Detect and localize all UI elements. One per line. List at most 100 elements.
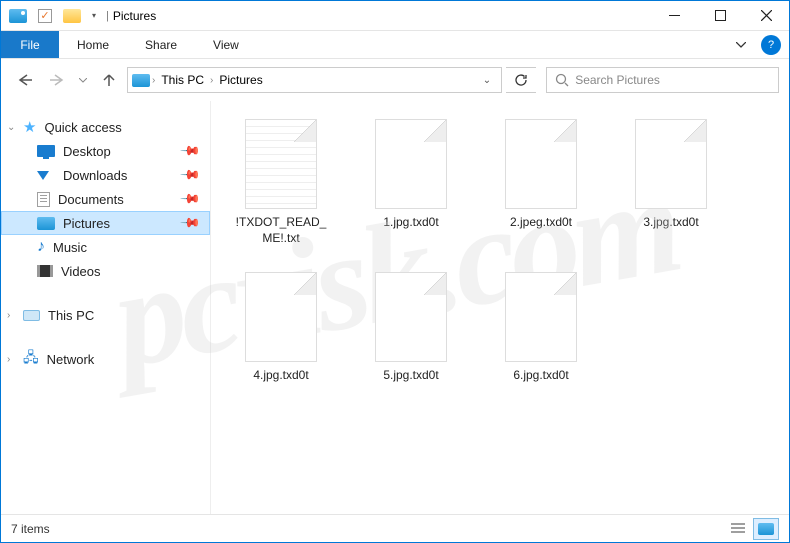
up-arrow-icon xyxy=(102,73,116,87)
file-thumbnail xyxy=(375,272,447,362)
sidebar-item-downloads[interactable]: Downloads 📌 xyxy=(1,163,210,187)
chevron-down-icon xyxy=(79,78,87,83)
chevron-down-icon: ⌄ xyxy=(7,122,15,133)
item-count: 7 items xyxy=(11,522,50,536)
sidebar-item-videos[interactable]: Videos xyxy=(1,259,210,283)
search-placeholder: Search Pictures xyxy=(575,73,660,87)
pin-icon: 📌 xyxy=(179,164,202,187)
maximize-icon xyxy=(715,10,726,21)
sidebar-item-label: Pictures xyxy=(63,216,110,231)
file-item[interactable]: !TXDOT_READ_ME!.txt xyxy=(231,119,331,246)
sidebar-item-music[interactable]: ♪ Music xyxy=(1,235,210,259)
file-item[interactable]: 6.jpg.txd0t xyxy=(491,272,591,384)
file-thumbnail xyxy=(245,272,317,362)
up-button[interactable] xyxy=(95,66,123,94)
forward-button[interactable] xyxy=(43,66,71,94)
breadcrumb-this-pc[interactable]: This PC xyxy=(157,73,208,87)
title-bar: ✓ ▾ | Pictures xyxy=(1,1,789,31)
sidebar-item-label: Desktop xyxy=(63,144,111,159)
large-icons-view-icon xyxy=(758,523,774,535)
minimize-button[interactable] xyxy=(651,1,697,30)
close-icon xyxy=(761,10,772,21)
pin-icon: 📌 xyxy=(179,188,202,211)
address-bar[interactable]: › This PC › Pictures ⌄ xyxy=(127,67,502,93)
navigation-bar: › This PC › Pictures ⌄ Search Pictures xyxy=(1,59,789,101)
file-thumbnail xyxy=(505,119,577,209)
details-view-button[interactable] xyxy=(725,518,751,540)
close-button[interactable] xyxy=(743,1,789,30)
sidebar-item-label: Documents xyxy=(58,192,124,207)
explorer-app-icon[interactable] xyxy=(5,3,31,29)
search-box[interactable]: Search Pictures xyxy=(546,67,779,93)
forward-arrow-icon xyxy=(49,74,65,86)
navigation-pane: ⌄ ★ Quick access Desktop 📌 Downloads 📌 D… xyxy=(1,101,211,514)
chevron-right-icon: › xyxy=(7,354,10,365)
sidebar-item-label: Music xyxy=(53,240,87,255)
sidebar-item-label: Quick access xyxy=(44,120,121,135)
qat-customize-dropdown[interactable]: ▾ xyxy=(86,11,102,20)
this-pc-icon xyxy=(23,310,40,321)
window-title: Pictures xyxy=(113,9,156,23)
file-name: 5.jpg.txd0t xyxy=(361,368,461,384)
documents-icon xyxy=(37,192,50,207)
sidebar-quick-access[interactable]: ⌄ ★ Quick access xyxy=(1,115,210,139)
address-history-dropdown[interactable]: ⌄ xyxy=(477,75,497,86)
back-button[interactable] xyxy=(11,66,39,94)
music-icon: ♪ xyxy=(37,238,45,256)
ribbon: File Home Share View ? xyxy=(1,31,789,59)
refresh-button[interactable] xyxy=(506,67,536,93)
file-tab[interactable]: File xyxy=(1,31,59,58)
pin-icon: 📌 xyxy=(179,212,202,235)
tab-home[interactable]: Home xyxy=(59,31,127,58)
sidebar-item-label: Network xyxy=(47,352,95,367)
refresh-icon xyxy=(514,73,528,87)
file-item[interactable]: 3.jpg.txd0t xyxy=(621,119,721,246)
file-name: 4.jpg.txd0t xyxy=(231,368,331,384)
sidebar-item-label: This PC xyxy=(48,308,94,323)
file-name: 2.jpeg.txd0t xyxy=(491,215,591,231)
sidebar-item-desktop[interactable]: Desktop 📌 xyxy=(1,139,210,163)
recent-locations-dropdown[interactable] xyxy=(75,66,91,94)
main-area: ⌄ ★ Quick access Desktop 📌 Downloads 📌 D… xyxy=(1,101,789,514)
help-button[interactable]: ? xyxy=(761,35,781,55)
file-thumbnail xyxy=(505,272,577,362)
ribbon-collapse-button[interactable] xyxy=(725,31,757,58)
large-icons-view-button[interactable] xyxy=(753,518,779,540)
pin-icon: 📌 xyxy=(179,140,202,163)
status-bar: 7 items xyxy=(1,514,789,542)
details-view-icon xyxy=(731,523,745,535)
network-icon: 🖧 xyxy=(23,347,39,371)
file-thumbnail xyxy=(375,119,447,209)
breadcrumb-pictures[interactable]: Pictures xyxy=(215,73,266,87)
breadcrumb-separator: › xyxy=(152,75,155,86)
file-thumbnail xyxy=(635,119,707,209)
pictures-icon xyxy=(37,217,55,230)
star-icon: ★ xyxy=(23,118,36,136)
file-name: 6.jpg.txd0t xyxy=(491,368,591,384)
maximize-button[interactable] xyxy=(697,1,743,30)
file-list[interactable]: !TXDOT_READ_ME!.txt 1.jpg.txd0t 2.jpeg.txd… xyxy=(211,101,789,514)
file-thumbnail xyxy=(245,119,317,209)
sidebar-network[interactable]: › 🖧 Network xyxy=(1,347,210,371)
file-name: 1.jpg.txd0t xyxy=(361,215,461,231)
qat-new-folder-icon[interactable] xyxy=(59,3,85,29)
downloads-icon xyxy=(37,168,55,182)
file-name: 3.jpg.txd0t xyxy=(621,215,721,231)
back-arrow-icon xyxy=(17,74,33,86)
tab-view[interactable]: View xyxy=(195,31,257,58)
tab-share[interactable]: Share xyxy=(127,31,195,58)
qat-properties-icon[interactable]: ✓ xyxy=(32,3,58,29)
breadcrumb-separator: › xyxy=(210,75,213,86)
sidebar-this-pc[interactable]: › This PC xyxy=(1,303,210,327)
sidebar-item-documents[interactable]: Documents 📌 xyxy=(1,187,210,211)
desktop-icon xyxy=(37,145,55,157)
sidebar-item-pictures[interactable]: Pictures 📌 xyxy=(1,211,210,235)
file-item[interactable]: 2.jpeg.txd0t xyxy=(491,119,591,246)
file-item[interactable]: 5.jpg.txd0t xyxy=(361,272,461,384)
chevron-right-icon: › xyxy=(7,310,10,321)
videos-icon xyxy=(37,265,53,277)
search-icon xyxy=(555,73,569,87)
chevron-down-icon xyxy=(736,42,746,48)
file-item[interactable]: 1.jpg.txd0t xyxy=(361,119,461,246)
file-item[interactable]: 4.jpg.txd0t xyxy=(231,272,331,384)
